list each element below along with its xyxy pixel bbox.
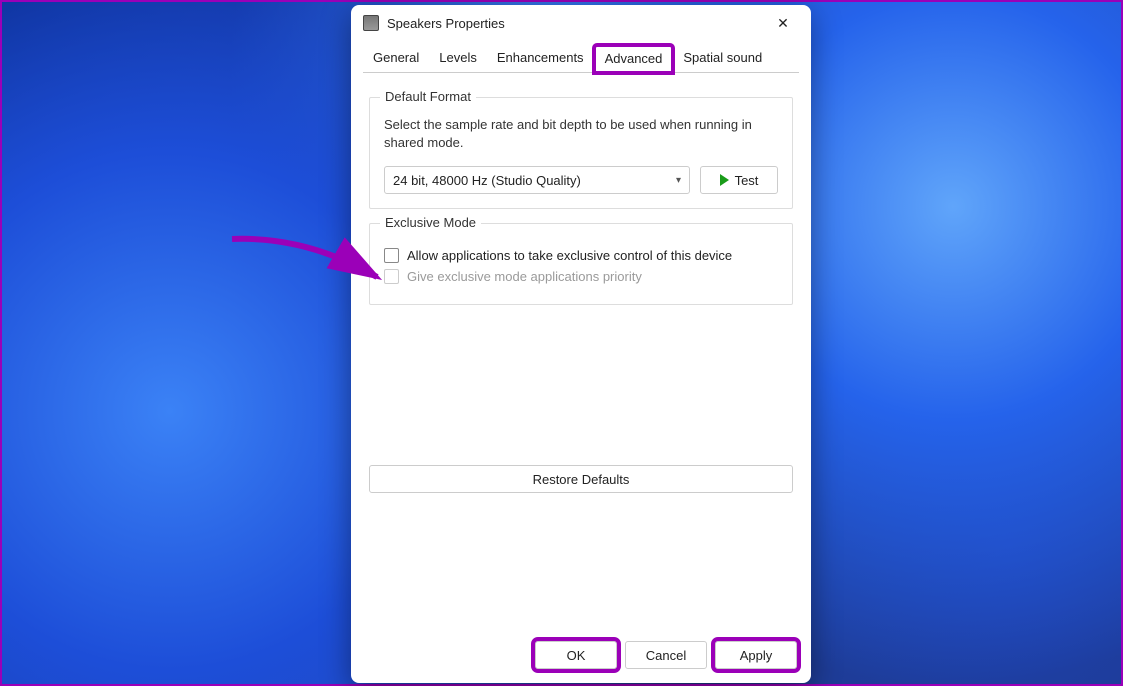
tab-enhancements[interactable]: Enhancements xyxy=(487,45,594,72)
close-button[interactable]: ✕ xyxy=(763,8,803,38)
dialog-title: Speakers Properties xyxy=(387,16,763,31)
default-format-description: Select the sample rate and bit depth to … xyxy=(384,116,778,152)
restore-row: Restore Defaults xyxy=(369,465,793,493)
dialog-footer: OK Cancel Apply xyxy=(351,631,811,683)
speakers-properties-dialog: Speakers Properties ✕ General Levels Enh… xyxy=(351,5,811,683)
default-format-row: 24 bit, 48000 Hz (Studio Quality) ▾ Test xyxy=(384,166,778,194)
sample-rate-value: 24 bit, 48000 Hz (Studio Quality) xyxy=(393,173,581,188)
test-button[interactable]: Test xyxy=(700,166,778,194)
close-icon: ✕ xyxy=(777,15,789,32)
exclusive-control-label: Allow applications to take exclusive con… xyxy=(407,248,732,263)
speaker-icon xyxy=(363,15,379,31)
apply-button-label: Apply xyxy=(740,648,773,663)
ok-button-label: OK xyxy=(567,648,586,663)
exclusive-mode-legend: Exclusive Mode xyxy=(380,215,481,230)
default-format-group: Default Format Select the sample rate an… xyxy=(369,97,793,209)
default-format-legend: Default Format xyxy=(380,89,476,104)
play-icon xyxy=(720,174,729,186)
titlebar: Speakers Properties ✕ xyxy=(351,5,811,41)
chevron-down-icon: ▾ xyxy=(676,175,681,186)
sample-rate-select[interactable]: 24 bit, 48000 Hz (Studio Quality) ▾ xyxy=(384,166,690,194)
exclusive-priority-label: Give exclusive mode applications priorit… xyxy=(407,269,642,284)
tab-levels[interactable]: Levels xyxy=(429,45,487,72)
exclusive-priority-row: Give exclusive mode applications priorit… xyxy=(384,269,778,284)
test-button-label: Test xyxy=(735,173,759,188)
restore-defaults-label: Restore Defaults xyxy=(533,472,630,487)
tab-bar: General Levels Enhancements Advanced Spa… xyxy=(363,45,799,73)
cancel-button[interactable]: Cancel xyxy=(625,641,707,669)
exclusive-control-checkbox[interactable] xyxy=(384,248,399,263)
exclusive-control-row[interactable]: Allow applications to take exclusive con… xyxy=(384,248,778,263)
apply-button[interactable]: Apply xyxy=(715,641,797,669)
cancel-button-label: Cancel xyxy=(646,648,686,663)
tab-content-advanced: Default Format Select the sample rate an… xyxy=(351,73,811,631)
exclusive-priority-checkbox xyxy=(384,269,399,284)
restore-defaults-button[interactable]: Restore Defaults xyxy=(369,465,793,493)
tab-general[interactable]: General xyxy=(363,45,429,72)
tab-spatial-sound[interactable]: Spatial sound xyxy=(673,45,772,72)
ok-button[interactable]: OK xyxy=(535,641,617,669)
tab-advanced[interactable]: Advanced xyxy=(594,45,674,73)
exclusive-mode-group: Exclusive Mode Allow applications to tak… xyxy=(369,223,793,305)
